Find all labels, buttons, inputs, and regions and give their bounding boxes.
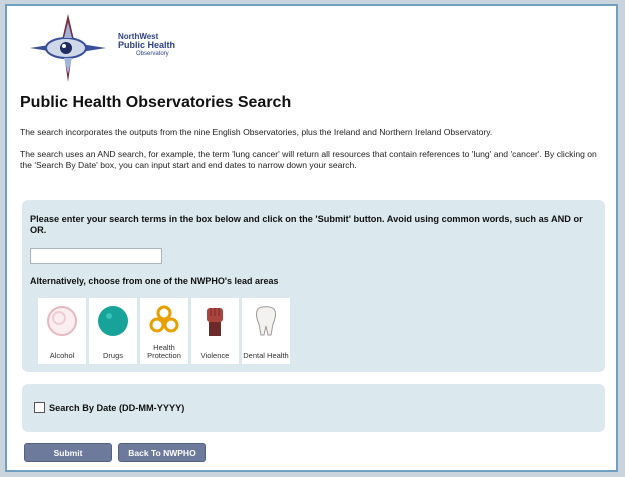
logo-text: NorthWest Public Health Observatory (118, 32, 175, 59)
alcohol-icon (47, 306, 77, 336)
area-drugs[interactable]: Drugs (89, 298, 137, 364)
lead-areas-label: Alternatively, choose from one of the NW… (30, 276, 279, 286)
nwpho-logo[interactable]: NorthWest Public Health Observatory (28, 12, 178, 82)
area-label: Alcohol (49, 351, 75, 360)
area-violence[interactable]: Violence (191, 298, 239, 364)
tooth-icon (255, 306, 277, 336)
area-health-protection[interactable]: Health Protection (140, 298, 188, 364)
biohazard-icon (149, 305, 179, 333)
date-label: Search By Date (DD-MM-YYYY) (49, 402, 185, 413)
submit-button[interactable]: Submit (24, 443, 112, 462)
area-label: Health Protection (147, 343, 181, 360)
search-by-date[interactable]: Search By Date (DD-MM-YYYY) (34, 402, 184, 413)
logo-line-2: Public Health (118, 40, 176, 50)
area-label: Dental Health (243, 351, 289, 360)
area-dental-health[interactable]: Dental Health (242, 298, 290, 364)
search-input[interactable] (30, 248, 162, 264)
page-title: Public Health Observatories Search (20, 94, 292, 111)
back-to-nwpho-button[interactable]: Back To NWPHO (118, 443, 206, 462)
intro-text: The search incorporates the outputs from… (20, 127, 493, 137)
lead-areas: Alcohol Drugs Health Protection Violence (38, 298, 290, 364)
date-checkbox[interactable] (34, 402, 45, 413)
logo-line-3: Observatory (136, 51, 169, 57)
search-instructions: Please enter your search terms in the bo… (30, 214, 583, 235)
area-alcohol[interactable]: Alcohol (38, 298, 86, 364)
drugs-icon (98, 306, 128, 336)
logo-emblem-icon (30, 14, 106, 82)
area-label: Violence (200, 351, 230, 360)
search-help-text: The search uses an AND search, for examp… (20, 149, 597, 170)
fist-icon (207, 308, 223, 336)
area-label: Drugs (102, 351, 123, 360)
